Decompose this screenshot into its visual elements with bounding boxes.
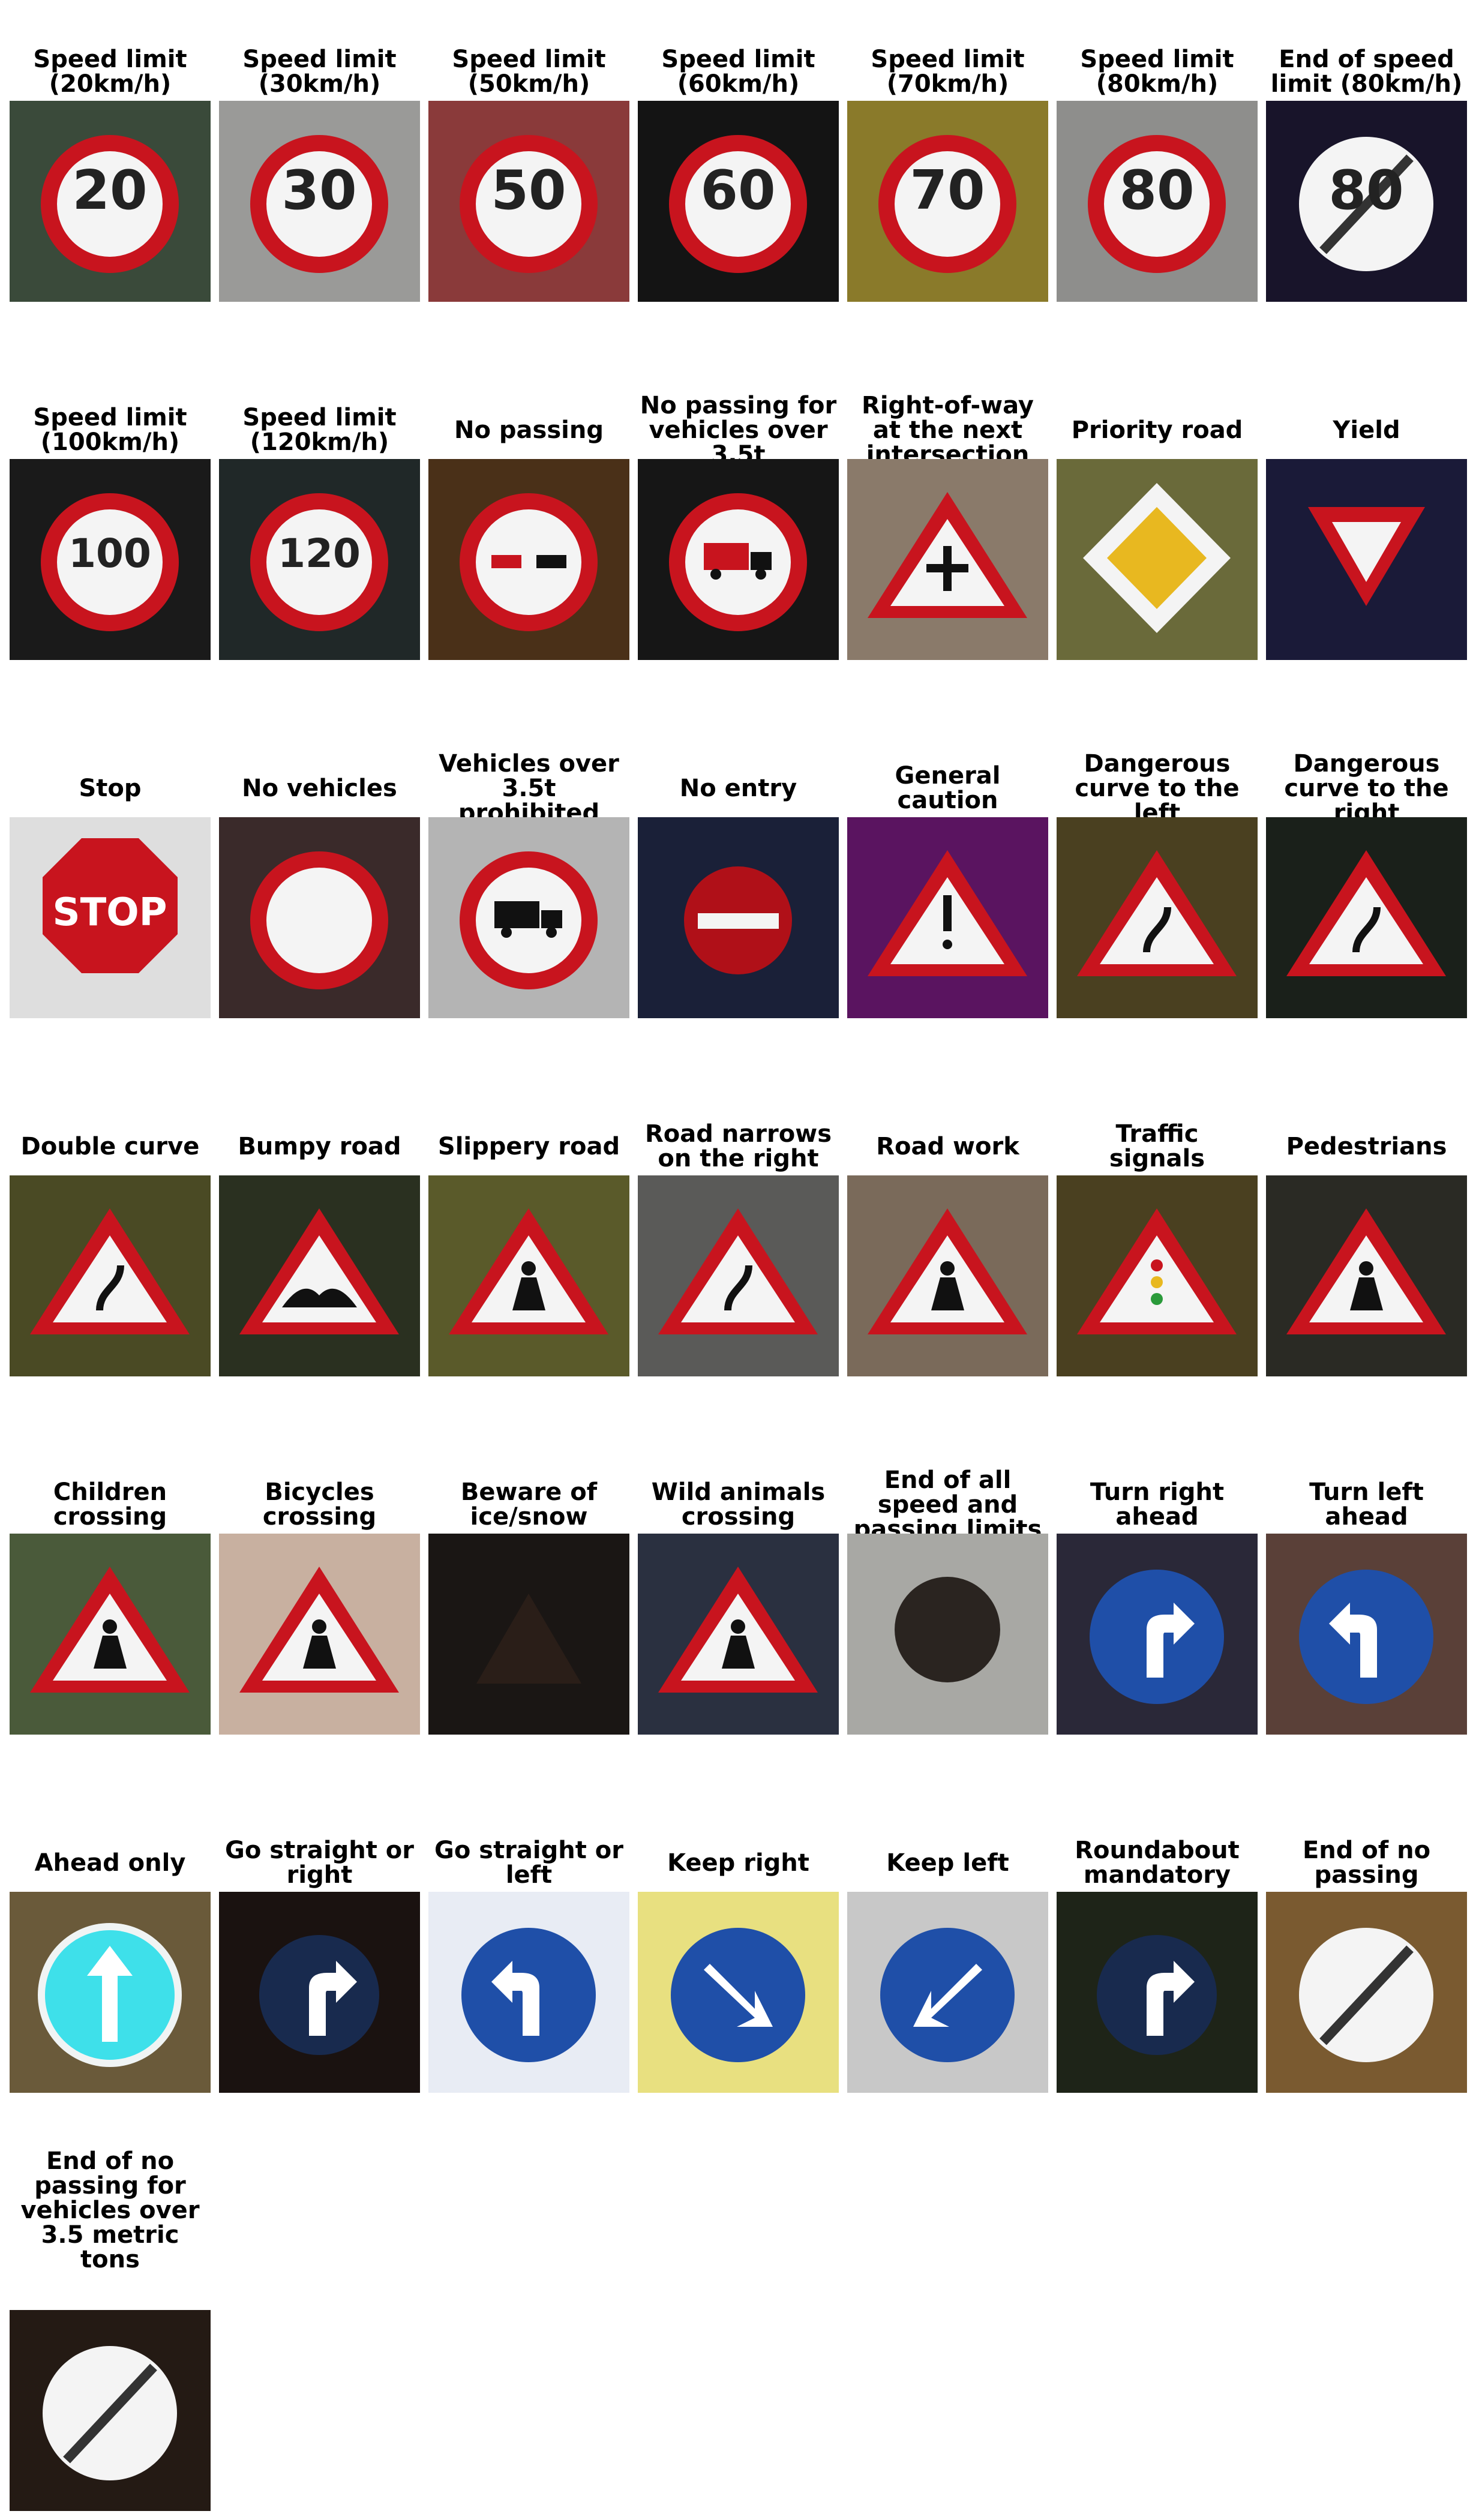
sign-title: Double curve	[20, 1132, 200, 1160]
svg-text:50: 50	[491, 159, 566, 222]
sign-title: No entry	[679, 774, 797, 802]
sign-title: Dangerous curve to the left	[1075, 749, 1240, 827]
sign-image	[638, 1175, 839, 1376]
sign-image	[428, 1534, 629, 1735]
sign-title: Bicycles crossing	[262, 1478, 377, 1531]
sign-title: End of speed limit (80km/h)	[1270, 46, 1463, 98]
sign-image	[638, 1534, 839, 1735]
sign-title: Turn right ahead	[1090, 1478, 1225, 1531]
sign-title: Roundabout mandatory	[1075, 1837, 1240, 1889]
sign-title: Keep left	[886, 1849, 1009, 1877]
sign-image	[847, 459, 1048, 660]
sign-title: Children crossing	[53, 1478, 167, 1531]
sign-image	[10, 1534, 211, 1735]
sign-title: End of all speed and passing limits	[853, 1466, 1042, 1543]
sign-title: Speed limit (50km/h)	[452, 46, 606, 98]
sign-image: 50	[428, 101, 629, 302]
sign-title: General caution	[895, 762, 1001, 814]
sign-image	[10, 1175, 211, 1376]
sign-title: Speed limit (100km/h)	[33, 404, 187, 456]
sign-title: Speed limit (30km/h)	[242, 46, 397, 98]
sign-image: 30	[219, 101, 420, 302]
svg-text:120: 120	[278, 530, 361, 577]
sign-image: 80	[1057, 101, 1258, 302]
sign-image	[847, 1892, 1048, 2093]
sign-title: Yield	[1333, 416, 1400, 444]
sign-image	[219, 1892, 420, 2093]
sign-image	[219, 1534, 420, 1735]
sign-title: Road narrows on the right	[645, 1120, 832, 1172]
sign-title: Pedestrians	[1286, 1132, 1447, 1160]
sign-title: Vehicles over 3.5t prohibited	[439, 749, 619, 827]
sign-title: Dangerous curve to the right	[1284, 749, 1449, 827]
sign-image	[1266, 1534, 1467, 1735]
sign-image: 120	[219, 459, 420, 660]
sign-image	[1057, 459, 1258, 660]
sign-image	[219, 817, 420, 1018]
sign-title: Right-of-way at the next intersection	[862, 391, 1034, 469]
sign-title: Ahead only	[34, 1849, 186, 1877]
svg-text:60: 60	[700, 159, 775, 222]
sign-title: Speed limit (70km/h)	[871, 46, 1025, 98]
sign-title: No passing for vehicles over 3.5t	[640, 391, 837, 469]
sign-title: End of no passing	[1302, 1837, 1431, 1889]
sign-image	[847, 1175, 1048, 1376]
svg-text:80: 80	[1328, 159, 1403, 222]
sign-title: Stop	[79, 774, 142, 802]
sign-title: Go straight or right	[225, 1837, 414, 1889]
sign-image	[428, 817, 629, 1018]
svg-text:STOP: STOP	[52, 890, 167, 935]
sign-title: No vehicles	[242, 774, 397, 802]
sign-title: No passing	[454, 416, 604, 444]
sign-image: 60	[638, 101, 839, 302]
sign-image	[428, 1892, 629, 2093]
sign-image	[1266, 1175, 1467, 1376]
sign-title: Road work	[876, 1132, 1019, 1160]
svg-text:80: 80	[1119, 159, 1194, 222]
sign-image	[1057, 1534, 1258, 1735]
sign-title: Slippery road	[437, 1132, 620, 1160]
sign-title: Speed limit (80km/h)	[1080, 46, 1234, 98]
sign-image	[847, 1534, 1048, 1735]
sign-image	[219, 1175, 420, 1376]
sign-image	[1266, 817, 1467, 1018]
sign-title: Traffic signals	[1109, 1120, 1205, 1172]
svg-text:100: 100	[68, 530, 151, 577]
sign-image: 80	[1266, 101, 1467, 302]
svg-text:70: 70	[910, 159, 985, 222]
sign-title: Speed limit (20km/h)	[33, 46, 187, 98]
sign-image	[847, 817, 1048, 1018]
sign-title: Go straight or left	[434, 1837, 623, 1889]
sign-image	[1057, 1892, 1258, 2093]
sign-image	[638, 459, 839, 660]
sign-image	[10, 2310, 211, 2511]
sign-title: Turn left ahead	[1309, 1478, 1424, 1531]
sign-image	[428, 1175, 629, 1376]
sign-image	[1057, 1175, 1258, 1376]
sign-image	[428, 459, 629, 660]
svg-text:20: 20	[72, 159, 147, 222]
sign-title: Beware of ice/snow	[460, 1478, 598, 1531]
sign-title: Speed limit (120km/h)	[242, 404, 397, 456]
sign-image	[638, 1892, 839, 2093]
sign-image	[10, 1892, 211, 2093]
sign-title: Keep right	[667, 1849, 809, 1877]
sign-image	[1266, 459, 1467, 660]
sign-image: 20	[10, 101, 211, 302]
sign-title: Wild animals crossing	[651, 1478, 826, 1531]
sign-image: STOP	[10, 817, 211, 1018]
sign-title: End of no passing for vehicles over 3.5 …	[20, 2147, 200, 2273]
sign-image: 100	[10, 459, 211, 660]
sign-image	[1057, 817, 1258, 1018]
sign-image	[638, 817, 839, 1018]
sign-title: Speed limit (60km/h)	[661, 46, 815, 98]
svg-text:30: 30	[281, 159, 356, 222]
sign-image: 70	[847, 101, 1048, 302]
sign-title: Bumpy road	[238, 1132, 401, 1160]
sign-image	[1266, 1892, 1467, 2093]
sign-title: Priority road	[1071, 416, 1243, 444]
